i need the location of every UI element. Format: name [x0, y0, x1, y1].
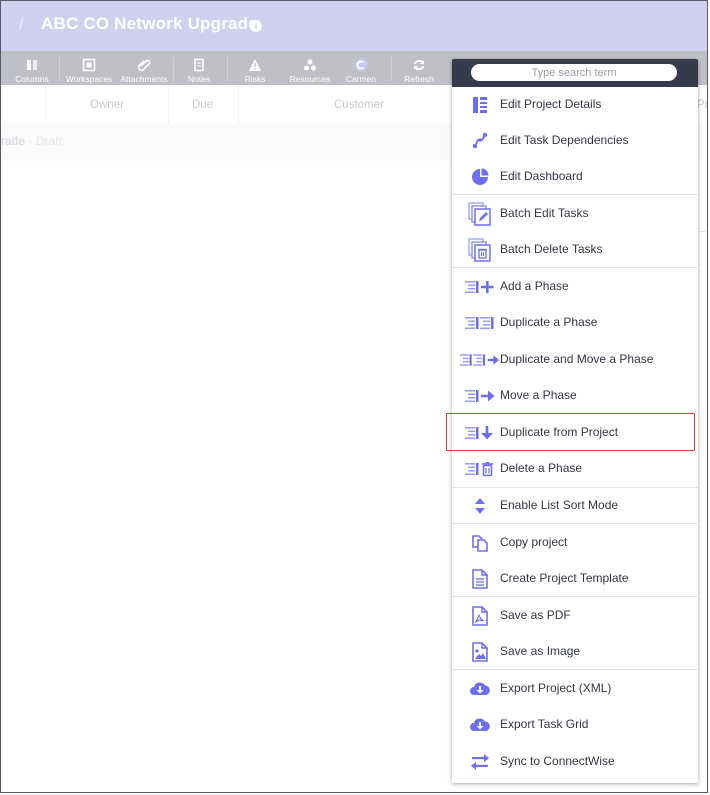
- duplicate-from-project-icon: [460, 421, 500, 445]
- toolbar-label: Refresh: [404, 74, 434, 84]
- toolbar-label: Attachments: [120, 74, 168, 84]
- resources-button[interactable]: Resources: [285, 51, 335, 85]
- cloud-download-icon: [460, 677, 500, 701]
- menu-search-bar: [452, 59, 698, 87]
- batch-edit-icon: [460, 202, 500, 226]
- menu-item-label: Batch Edit Tasks: [500, 206, 589, 220]
- menu-item-move-a-phase[interactable]: Move a Phase: [452, 378, 698, 414]
- menu-item-save-as-pdf[interactable]: Save as PDF: [452, 598, 698, 634]
- info-icon[interactable]: i: [250, 20, 262, 32]
- menu-item-batch-delete-tasks[interactable]: Batch Delete Tasks: [452, 232, 698, 268]
- template-icon: [460, 567, 500, 591]
- page-title: ABC CO Network Upgrade: [41, 14, 258, 33]
- menu-item-copy-project[interactable]: Copy project: [452, 525, 698, 561]
- column-header-pro[interactable]: Pro: [697, 99, 707, 111]
- menu-item-label: Sync to ConnectWise: [500, 754, 615, 768]
- menu-item-label: Enable List Sort Mode: [500, 498, 619, 512]
- title-bar: / ABC CO Network Upgrade i: [1, 1, 707, 51]
- menu-item-label: Batch Delete Tasks: [500, 242, 603, 256]
- column-header-customer[interactable]: Customer: [334, 99, 384, 111]
- column-header-due[interactable]: Due: [192, 99, 213, 111]
- menu-item-create-project-template[interactable]: Create Project Template: [452, 561, 698, 597]
- column-header-owner[interactable]: Owner: [90, 99, 124, 111]
- carmen-icon: [354, 58, 368, 72]
- workspaces-button[interactable]: Workspaces: [61, 51, 117, 85]
- sort-icon: [460, 494, 500, 518]
- risks-button[interactable]: Risks: [233, 51, 277, 85]
- copy-icon: [460, 531, 500, 555]
- menu-item-delete-a-phase[interactable]: Delete a Phase: [452, 451, 698, 487]
- menu-item-edit-project-details[interactable]: Edit Project Details: [452, 87, 698, 123]
- sync-icon: [460, 750, 500, 774]
- menu-item-label: Duplicate from Project: [500, 425, 619, 439]
- breadcrumb-separator: /: [19, 14, 24, 33]
- notes-icon: [194, 58, 204, 72]
- menu-item-export-project-xml[interactable]: Export Project (XML): [452, 671, 698, 707]
- carmen-button[interactable]: Carmen: [339, 51, 383, 85]
- menu-item-enable-list-sort-mode[interactable]: Enable List Sort Mode: [452, 488, 698, 524]
- dependencies-icon: [460, 129, 500, 153]
- menu-item-label: Edit Task Dependencies: [500, 133, 629, 147]
- batch-delete-icon: [460, 238, 500, 262]
- warning-icon: [249, 59, 261, 71]
- menu-item-sync-to-connectwise[interactable]: Sync to ConnectWise: [452, 744, 698, 780]
- menu-item-label: Delete a Phase: [500, 461, 583, 475]
- menu-item-duplicate-a-phase[interactable]: Duplicate a Phase: [452, 305, 698, 341]
- menu-item-label: Export Project (XML): [500, 681, 612, 695]
- project-actions-menu: Edit Project Details Edit Task Dependenc…: [452, 59, 698, 783]
- toolbar-label: Workspaces: [65, 74, 113, 84]
- menu-item-export-task-grid[interactable]: Export Task Grid: [452, 707, 698, 743]
- toolbar-label: Columns: [15, 74, 49, 84]
- menu-item-edit-dashboard[interactable]: Edit Dashboard: [452, 159, 698, 195]
- menu-item-save-as-image[interactable]: Save as Image: [452, 634, 698, 670]
- menu-item-add-a-phase[interactable]: Add a Phase: [452, 269, 698, 305]
- toolbar-label: Risks: [244, 74, 266, 84]
- search-input[interactable]: [471, 64, 677, 81]
- menu-item-duplicate-and-move-a-phase[interactable]: Duplicate and Move a Phase: [452, 342, 698, 378]
- menu-item-batch-edit-tasks[interactable]: Batch Edit Tasks: [452, 196, 698, 232]
- paperclip-icon: [137, 59, 151, 72]
- image-icon: [460, 640, 500, 664]
- move-phase-icon: [460, 384, 500, 408]
- menu-item-label: Duplicate and Move a Phase: [500, 352, 654, 366]
- menu-item-label: Move a Phase: [500, 388, 577, 402]
- menu-item-label: Add a Phase: [500, 279, 569, 293]
- columns-button[interactable]: Columns: [9, 51, 55, 85]
- menu-item-label: Export Task Grid: [500, 717, 589, 731]
- toolbar-label: Resources: [289, 74, 331, 84]
- duplicate-phase-icon: [460, 311, 500, 335]
- notes-button[interactable]: Notes: [177, 51, 221, 85]
- duplicate-move-phase-icon: [460, 348, 500, 372]
- menu-item-label: Create Project Template: [500, 571, 629, 585]
- delete-phase-icon: [460, 457, 500, 481]
- menu-item-label: Edit Dashboard: [500, 169, 583, 183]
- pdf-icon: [460, 604, 500, 628]
- menu-item-edit-task-dependencies[interactable]: Edit Task Dependencies: [452, 123, 698, 159]
- pie-chart-icon: [460, 165, 500, 189]
- refresh-button[interactable]: Refresh: [397, 51, 441, 85]
- columns-icon: [27, 60, 37, 70]
- menu-item-label: Duplicate a Phase: [500, 315, 598, 329]
- resources-icon: [304, 59, 316, 71]
- menu-item-label: Copy project: [500, 535, 568, 549]
- app-window: / ABC CO Network Upgrade i Columns Works…: [0, 0, 708, 793]
- row-project-name: rade - Draft: [1, 134, 62, 148]
- attachments-button[interactable]: Attachments: [116, 51, 172, 85]
- menu-item-duplicate-from-project[interactable]: Duplicate from Project: [452, 415, 698, 451]
- menu-item-label: Save as Image: [500, 644, 581, 658]
- refresh-icon: [413, 60, 425, 70]
- toolbar-label: Carmen: [345, 74, 377, 84]
- add-phase-icon: [460, 275, 500, 299]
- menu-item-label: Edit Project Details: [500, 97, 602, 111]
- menu-item-label: Save as PDF: [500, 608, 571, 622]
- workspaces-icon: [82, 58, 96, 72]
- toolbar-label: Notes: [187, 74, 211, 84]
- cloud-download-icon: [460, 713, 500, 737]
- project-details-icon: [460, 93, 500, 117]
